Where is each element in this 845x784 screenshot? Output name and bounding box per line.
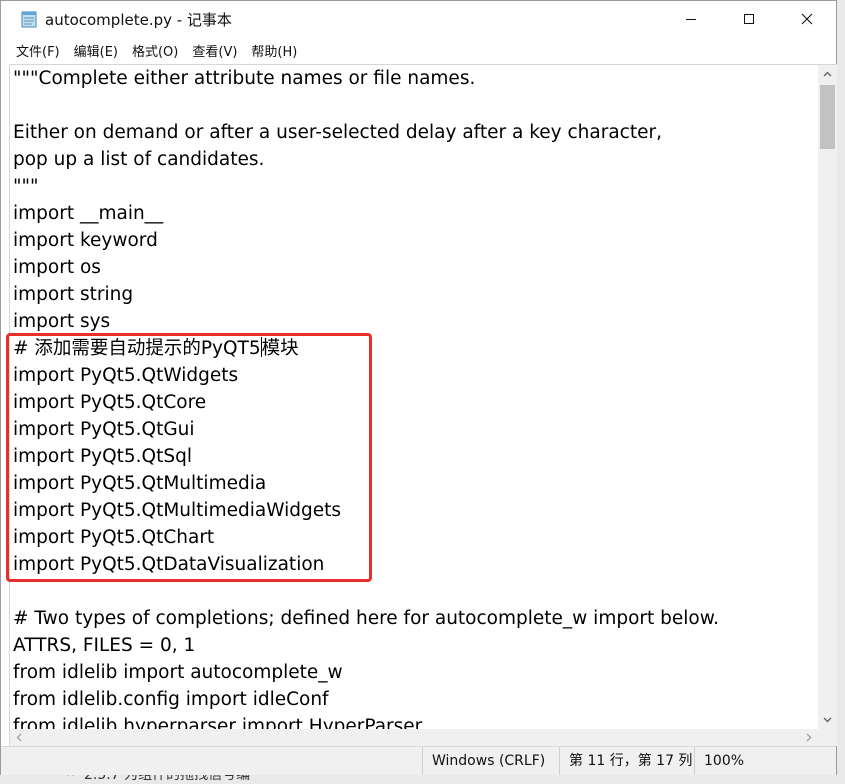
close-button[interactable] (778, 1, 836, 37)
code-line-with-caret: # 添加需要自动提示的PyQT5模块 (13, 335, 299, 362)
notepad-icon (21, 10, 37, 28)
menu-bar: 文件(F) 编辑(E) 格式(O) 查看(V) 帮助(H) (1, 37, 836, 63)
notepad-window: autocomplete.py - 记事本 文件(F) 编辑(E) 格式(O) … (0, 0, 837, 775)
menu-view[interactable]: 查看(V) (185, 39, 244, 62)
code-line-text: # 添加需要自动提示的PyQT5 (13, 338, 261, 359)
window-controls (662, 1, 836, 37)
vertical-scrollbar[interactable] (818, 65, 837, 729)
code-line: import sys (13, 311, 111, 332)
chevron-right-icon (806, 733, 812, 742)
scroll-right-button[interactable] (800, 729, 818, 746)
code-line: """ (13, 176, 39, 197)
horizontal-scrollbar[interactable] (10, 729, 818, 746)
window-title: autocomplete.py - 记事本 (45, 10, 232, 29)
menu-format[interactable]: 格式(O) (125, 39, 185, 62)
code-line: import PyQt5.QtChart (13, 527, 215, 548)
code-line: import os (13, 257, 101, 278)
scroll-thumb[interactable] (820, 85, 835, 149)
close-icon (801, 13, 813, 25)
code-line: import __main__ (13, 203, 164, 224)
status-line-ending: Windows (CRLF) (422, 747, 559, 775)
code-line: Either on demand or after a user-selecte… (13, 122, 662, 143)
menu-file[interactable]: 文件(F) (9, 39, 67, 62)
code-line: from idlelib import autocomplete_w (13, 662, 343, 683)
code-line-text: 模块 (261, 338, 299, 359)
code-line: import PyQt5.QtWidgets (13, 365, 239, 386)
scroll-left-button[interactable] (10, 729, 28, 746)
chevron-up-icon (823, 71, 832, 77)
code-line: import PyQt5.QtDataVisualization (13, 554, 325, 575)
status-cursor-position: 第 11 行，第 17 列 (559, 747, 694, 775)
code-line: import PyQt5.QtCore (13, 392, 207, 413)
code-line: pop up a list of candidates. (13, 149, 265, 170)
maximize-icon (744, 14, 754, 24)
status-zoom: 100% (694, 747, 754, 775)
code-line: from idlelib.config import idleConf (13, 689, 329, 710)
scroll-down-button[interactable] (818, 711, 837, 729)
code-line: # Two types of completions; defined here… (13, 608, 720, 629)
code-line: import PyQt5.QtSql (13, 446, 192, 467)
code-line: import PyQt5.QtMultimedia (13, 473, 267, 494)
scroll-up-button[interactable] (818, 65, 837, 83)
minimize-icon (686, 19, 696, 20)
maximize-button[interactable] (720, 1, 778, 37)
code-line: from idlelib.hyperparser import HyperPar… (13, 716, 423, 729)
code-line: import string (13, 284, 134, 305)
code-line: import PyQt5.QtGui (13, 419, 195, 440)
minimize-button[interactable] (662, 1, 720, 37)
code-line: import keyword (13, 230, 158, 251)
code-line: import PyQt5.QtMultimediaWidgets (13, 500, 341, 521)
status-bar: Windows (CRLF) 第 11 行，第 17 列 100% (1, 746, 836, 775)
editor-area: """Complete either attribute names or fi… (9, 64, 837, 746)
chevron-down-icon (823, 717, 832, 723)
code-line: ATTRS, FILES = 0, 1 (13, 635, 196, 656)
text-area[interactable]: """Complete either attribute names or fi… (10, 65, 818, 729)
code-line: """Complete either attribute names or fi… (13, 68, 476, 89)
scrollbar-corner (818, 729, 837, 746)
title-bar: autocomplete.py - 记事本 (1, 1, 836, 37)
chevron-left-icon (16, 733, 22, 742)
menu-edit[interactable]: 编辑(E) (67, 39, 125, 62)
menu-help[interactable]: 帮助(H) (244, 39, 304, 62)
